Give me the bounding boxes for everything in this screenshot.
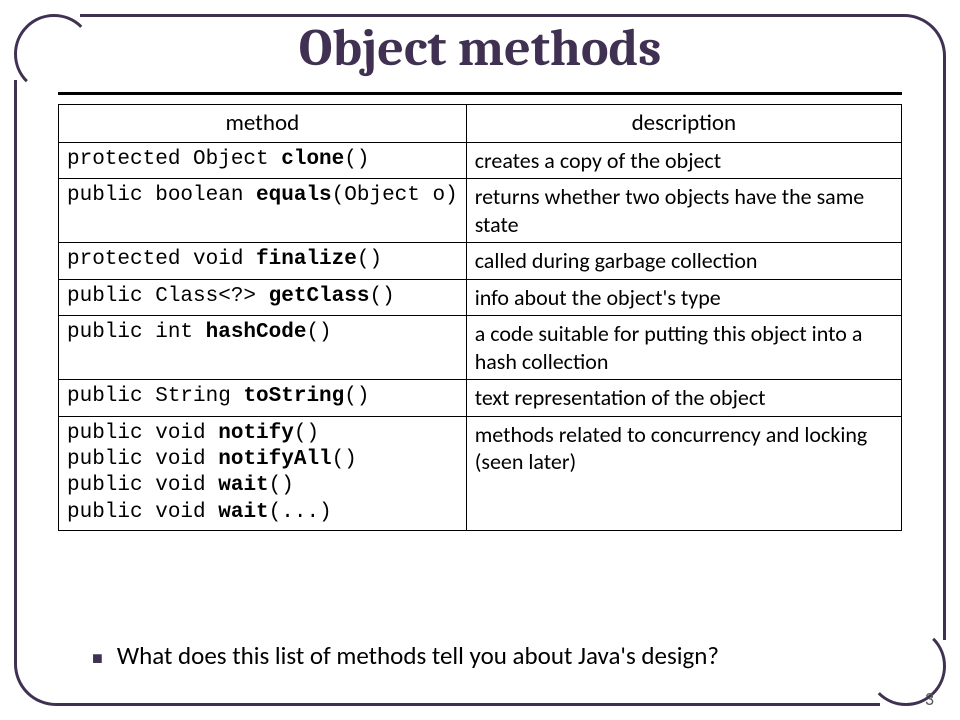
bullet-question: ■ What does this list of methods tell you… [92,640,719,671]
bullet-icon: ■ [92,647,103,669]
col-header-method: method [59,105,467,143]
methods-table: method description protected Object clon… [58,104,902,531]
slide-title: Object methods [0,18,960,78]
table-row: public Class<?> getClass()info about the… [59,279,902,316]
table-row: public int hashCode()a code suitable for… [59,316,902,380]
method-signature: public boolean equals(Object o) [59,179,467,243]
col-header-description: description [466,105,901,143]
method-signature: public void notify() public void notifyA… [59,416,467,530]
method-description: called during garbage collection [466,243,901,280]
table-row: public boolean equals(Object o)returns w… [59,179,902,243]
method-description: returns whether two objects have the sam… [466,179,901,243]
method-signature: protected void finalize() [59,243,467,280]
method-description: methods related to concurrency and locki… [466,416,901,530]
method-signature: public Class<?> getClass() [59,279,467,316]
method-description: info about the object's type [466,279,901,316]
title-rule [58,92,902,95]
table-row: protected Object clone()creates a copy o… [59,142,902,179]
table-row: public String toString()text representat… [59,380,902,417]
method-description: text representation of the object [466,380,901,417]
page-number: 3 [925,688,934,710]
table-row: public void notify() public void notifyA… [59,416,902,530]
method-signature: protected Object clone() [59,142,467,179]
bullet-text: What does this list of methods tell you … [117,640,719,671]
method-description: a code suitable for putting this object … [466,316,901,380]
table-row: protected void finalize()called during g… [59,243,902,280]
method-signature: public int hashCode() [59,316,467,380]
method-signature: public String toString() [59,380,467,417]
method-description: creates a copy of the object [466,142,901,179]
